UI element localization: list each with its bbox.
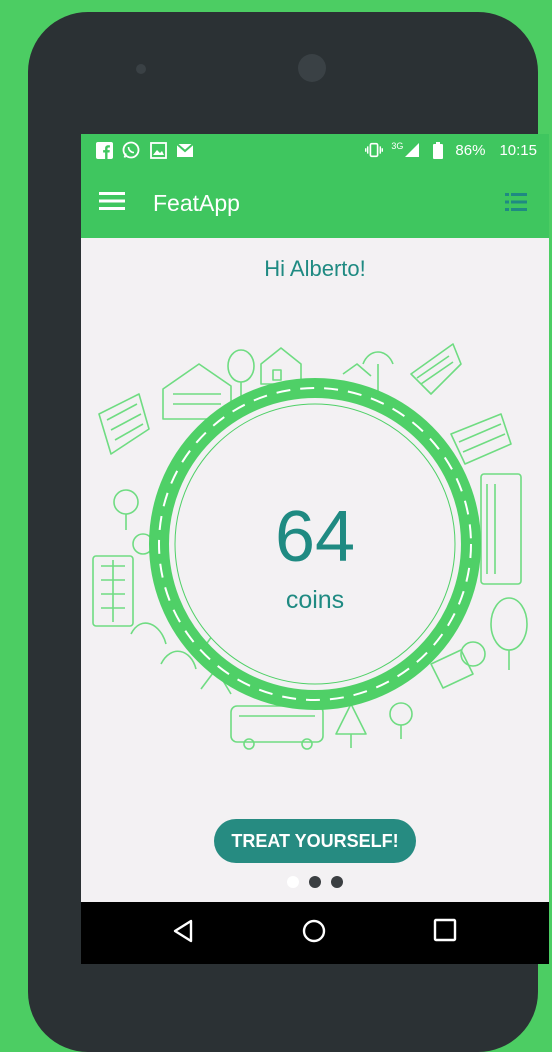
status-indicators: 3G 86% 10:15 bbox=[365, 141, 537, 159]
treat-yourself-button[interactable]: TREAT YOURSELF! bbox=[214, 819, 416, 863]
coins-value: 64 bbox=[274, 497, 356, 577]
network-type: 3G bbox=[391, 141, 404, 151]
app-toolbar: FeatApp bbox=[81, 168, 549, 238]
back-icon[interactable] bbox=[171, 918, 201, 948]
page-dot-1[interactable] bbox=[287, 876, 299, 888]
facebook-icon bbox=[95, 141, 113, 159]
vibrate-icon bbox=[365, 141, 384, 159]
battery-icon bbox=[429, 141, 447, 159]
gmail-icon bbox=[176, 141, 194, 159]
gallery-icon bbox=[149, 141, 167, 159]
whatsapp-icon bbox=[122, 141, 140, 159]
greeting-text: Hi Alberto! bbox=[264, 256, 366, 281]
notification-icons bbox=[95, 141, 194, 159]
list-icon[interactable] bbox=[505, 192, 531, 214]
system-nav-bar bbox=[81, 902, 549, 964]
app-title: FeatApp bbox=[153, 190, 240, 216]
status-bar: 3G 86% 10:15 bbox=[81, 134, 549, 168]
front-camera bbox=[298, 54, 326, 82]
coins-label: coins bbox=[285, 586, 345, 614]
hamburger-menu-icon[interactable] bbox=[99, 190, 129, 216]
page-indicator bbox=[81, 876, 549, 888]
home-icon[interactable] bbox=[301, 918, 331, 948]
battery-percent: 86% bbox=[455, 141, 486, 159]
page-dot-3[interactable] bbox=[331, 876, 343, 888]
signal-icon bbox=[403, 141, 421, 159]
page-dot-2[interactable] bbox=[309, 876, 321, 888]
screen: 3G 86% 10:15 FeatApp Hi Alberto! 64 coin… bbox=[81, 134, 549, 964]
phone-frame: 3G 86% 10:15 FeatApp Hi Alberto! 64 coin… bbox=[28, 12, 549, 1052]
earpiece-speaker bbox=[136, 64, 146, 74]
status-time: 10:15 bbox=[499, 141, 537, 159]
recents-icon[interactable] bbox=[433, 918, 463, 948]
